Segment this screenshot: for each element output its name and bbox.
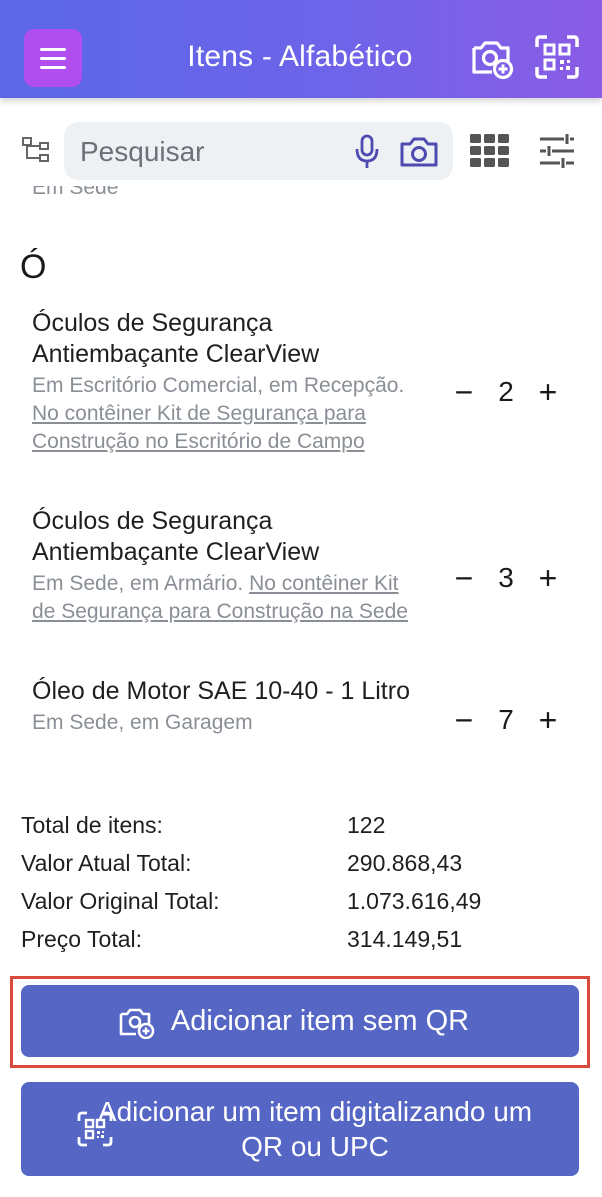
quantity-stepper: − 3 + bbox=[450, 562, 562, 594]
decrement-button[interactable]: − bbox=[450, 704, 478, 736]
qr-scan-icon bbox=[77, 1111, 113, 1147]
total-row: Total de itens: 122 bbox=[21, 812, 581, 850]
quantity-stepper: − 7 + bbox=[450, 704, 562, 736]
microphone-icon[interactable] bbox=[354, 134, 380, 170]
sliders-filter-icon[interactable] bbox=[538, 132, 576, 170]
grid-view-icon[interactable] bbox=[470, 134, 510, 168]
hierarchy-tree-icon[interactable] bbox=[22, 137, 52, 165]
quantity-value: 7 bbox=[498, 704, 514, 735]
item-location: Em Sede, em Garagem bbox=[32, 709, 422, 737]
totals-summary: Total de itens: 122 Valor Atual Total: 2… bbox=[21, 812, 581, 964]
total-value: 122 bbox=[347, 812, 386, 838]
item-location: Em Escritório Comercial, em Recepção. No… bbox=[32, 372, 422, 456]
list-item[interactable]: Óculos de Segurança Antiembaçante ClearV… bbox=[32, 308, 582, 456]
quantity-value: 3 bbox=[498, 562, 514, 593]
location-text: Em Sede, em Garagem bbox=[32, 711, 253, 734]
total-label: Valor Original Total: bbox=[21, 888, 220, 914]
item-name: Óculos de Segurança Antiembaçante ClearV… bbox=[32, 507, 320, 566]
search-input[interactable]: Pesquisar bbox=[64, 122, 453, 180]
page-title: Itens - Alfabético bbox=[187, 40, 413, 73]
total-row: Preço Total: 314.149,51 bbox=[21, 926, 581, 964]
add-item-without-qr-label: Adicionar item sem QR bbox=[170, 1004, 470, 1037]
section-header: Ó bbox=[20, 248, 47, 286]
menu-button[interactable] bbox=[24, 29, 82, 87]
camera-plus-icon bbox=[119, 1008, 155, 1039]
total-value: 314.149,51 bbox=[347, 926, 463, 952]
total-row: Valor Atual Total: 290.868,43 bbox=[21, 850, 581, 888]
search-placeholder: Pesquisar bbox=[80, 136, 205, 167]
add-item-without-qr-button[interactable]: Adicionar item sem QR bbox=[21, 985, 579, 1057]
location-text: Em Escritório Comercial, em Recepção. bbox=[32, 374, 405, 397]
add-item-by-scan-button[interactable]: Adicionar um item digitalizando um QR ou… bbox=[21, 1082, 579, 1176]
quantity-value: 2 bbox=[498, 376, 514, 407]
increment-button[interactable]: + bbox=[534, 704, 562, 736]
list-item[interactable]: Óleo de Motor SAE 10-40 - 1 Litro Em Sed… bbox=[32, 676, 582, 737]
container-link[interactable]: No contêiner Kit de Segurança para Const… bbox=[32, 402, 366, 453]
menu-bar bbox=[40, 56, 66, 60]
decrement-button[interactable]: − bbox=[450, 376, 478, 408]
item-list[interactable]: Em Sede Ó Óculos de Segurança Antiembaça… bbox=[0, 186, 602, 776]
total-value: 290.868,43 bbox=[347, 850, 463, 876]
item-name: Óleo de Motor SAE 10-40 - 1 Litro bbox=[32, 677, 410, 705]
total-label: Total de itens: bbox=[21, 812, 163, 838]
quantity-stepper: − 2 + bbox=[450, 376, 562, 408]
menu-bar bbox=[40, 47, 66, 51]
search-toolbar: Pesquisar bbox=[0, 120, 602, 182]
total-row: Valor Original Total: 1.073.616,49 bbox=[21, 888, 581, 926]
increment-button[interactable]: + bbox=[534, 376, 562, 408]
increment-button[interactable]: + bbox=[534, 562, 562, 594]
camera-icon[interactable] bbox=[399, 135, 439, 169]
menu-bar bbox=[40, 65, 66, 69]
add-item-by-scan-label: Adicionar um item digitalizando um QR ou… bbox=[97, 1096, 533, 1162]
total-value: 1.073.616,49 bbox=[347, 888, 482, 914]
total-label: Valor Atual Total: bbox=[21, 850, 192, 876]
item-location: Em Sede, em Armário. No contêiner Kit de… bbox=[32, 570, 422, 626]
qr-scan-icon[interactable] bbox=[534, 34, 580, 80]
partial-location-text: Em Sede bbox=[32, 186, 119, 199]
location-text: Em Sede, em Armário. bbox=[32, 572, 244, 595]
item-name: Óculos de Segurança Antiembaçante ClearV… bbox=[32, 309, 320, 368]
camera-plus-icon[interactable] bbox=[468, 34, 514, 80]
list-item[interactable]: Óculos de Segurança Antiembaçante ClearV… bbox=[32, 506, 582, 626]
app-header: Itens - Alfabético bbox=[0, 0, 602, 98]
decrement-button[interactable]: − bbox=[450, 562, 478, 594]
total-label: Preço Total: bbox=[21, 926, 143, 952]
